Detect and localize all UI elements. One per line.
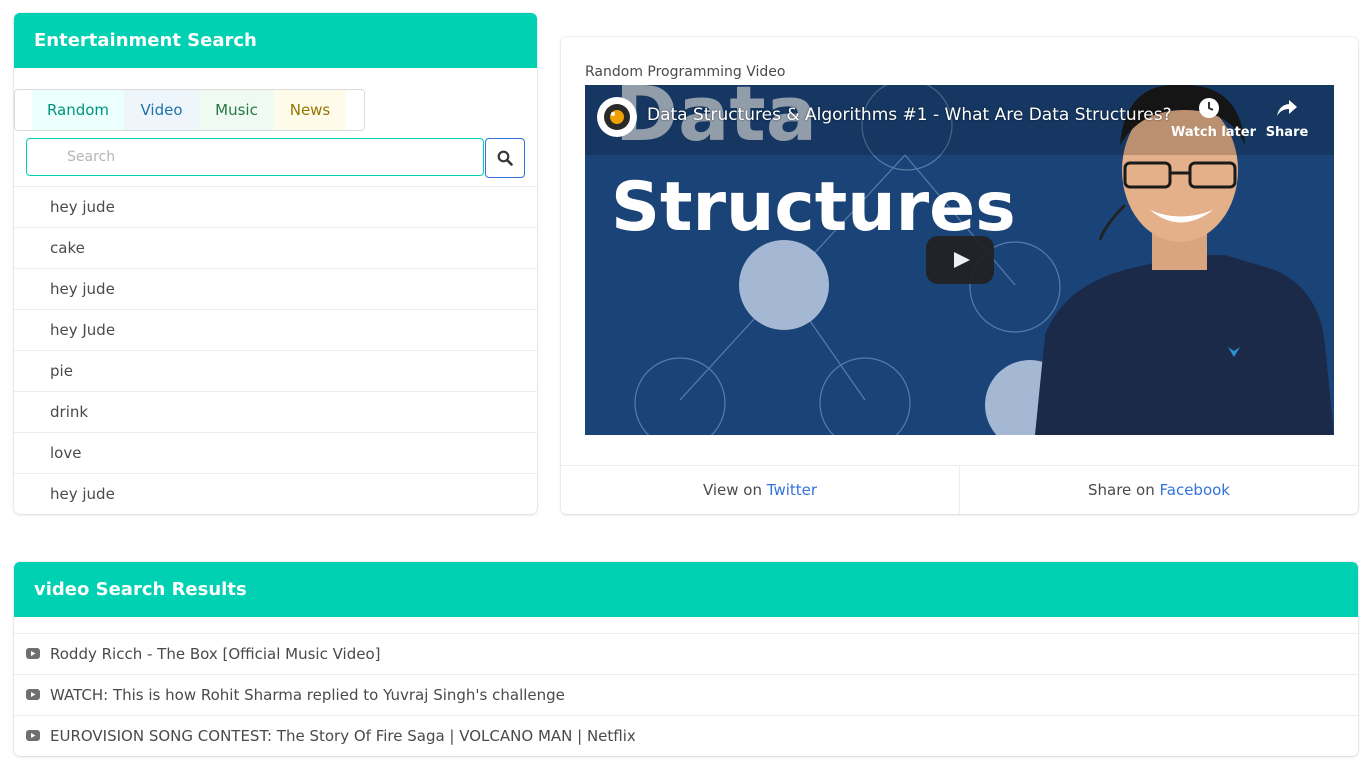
watch-later-button[interactable]: Watch later <box>1171 97 1257 140</box>
random-video-card: Random Programming Video Data Structures <box>561 37 1358 514</box>
result-title: WATCH: This is how Rohit Sharma replied … <box>50 686 565 704</box>
twitter-prefix: View on <box>702 481 762 499</box>
tab-video[interactable]: Video <box>124 90 199 130</box>
result-title: Roddy Ricch - The Box [Official Music Vi… <box>50 645 381 663</box>
share-label: Share <box>1265 125 1309 140</box>
channel-logo-icon <box>604 104 630 130</box>
search-history-item[interactable]: cake <box>14 227 537 268</box>
video-search-results-card: video Search Results Roddy Ricch - The B… <box>14 562 1358 756</box>
tab-random[interactable]: Random <box>32 90 124 130</box>
search-history-item[interactable]: hey jude <box>14 473 537 514</box>
results-card-title: video Search Results <box>14 562 1358 617</box>
tab-music[interactable]: Music <box>199 90 274 130</box>
video-player[interactable]: Data Structures Data Structures & Algori… <box>585 85 1334 435</box>
search-history-item[interactable]: hey jude <box>14 186 537 227</box>
play-button[interactable] <box>926 236 994 284</box>
results-list: Roddy Ricch - The Box [Official Music Vi… <box>14 633 1358 756</box>
search-history-item[interactable]: pie <box>14 350 537 391</box>
search-history-list: hey jude cake hey jude hey Jude pie drin… <box>14 186 537 514</box>
search-history-item[interactable]: hey jude <box>14 268 537 309</box>
search-input[interactable] <box>26 138 484 176</box>
result-item[interactable]: EUROVISION SONG CONTEST: The Story Of Fi… <box>14 715 1358 756</box>
search-button[interactable] <box>485 138 525 178</box>
tab-news[interactable]: News <box>274 90 346 130</box>
search-history-item[interactable]: love <box>14 432 537 473</box>
youtube-icon <box>26 730 40 741</box>
play-icon <box>954 252 970 268</box>
youtube-icon <box>26 648 40 659</box>
search-history-item[interactable]: hey Jude <box>14 309 537 350</box>
share-arrow-icon <box>1277 100 1297 116</box>
youtube-icon <box>26 689 40 700</box>
result-item[interactable]: Roddy Ricch - The Box [Official Music Vi… <box>14 633 1358 674</box>
twitter-link[interactable]: Twitter <box>767 481 817 499</box>
video-title-overlay[interactable]: Data Structures & Algorithms #1 - What A… <box>647 105 1172 125</box>
facebook-link[interactable]: Facebook <box>1160 481 1230 499</box>
search-history-item[interactable]: drink <box>14 391 537 432</box>
view-on-twitter: View on Twitter <box>561 466 960 514</box>
search-icon <box>497 150 513 166</box>
video-label: Random Programming Video <box>585 64 786 80</box>
entertainment-search-card: Entertainment Search Random Video Music … <box>14 13 537 514</box>
watch-later-label: Watch later <box>1171 125 1257 140</box>
clock-icon <box>1199 98 1219 118</box>
video-card-footer: View on Twitter Share on Facebook <box>561 465 1358 514</box>
search-card-title: Entertainment Search <box>14 13 537 68</box>
share-button[interactable]: Share <box>1259 97 1315 140</box>
facebook-prefix: Share on <box>1087 481 1155 499</box>
result-item[interactable]: WATCH: This is how Rohit Sharma replied … <box>14 674 1358 715</box>
share-on-facebook: Share on Facebook <box>960 466 1358 514</box>
result-title: EUROVISION SONG CONTEST: The Story Of Fi… <box>50 727 636 745</box>
channel-avatar[interactable] <box>597 97 637 137</box>
